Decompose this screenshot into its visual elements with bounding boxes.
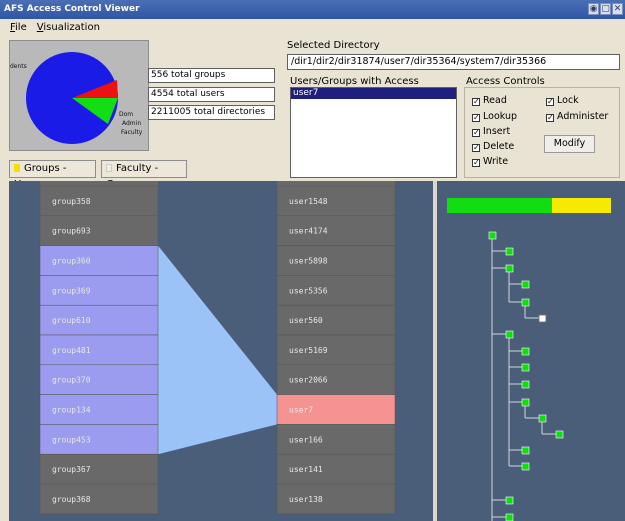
user-label: user138 — [289, 495, 323, 504]
lock-checkbox[interactable]: ✓ Lock — [546, 95, 579, 106]
administer-checkbox[interactable]: ✓ Administer — [546, 111, 608, 122]
group-label: group358 — [52, 197, 91, 206]
pie-label-faculty: Faculty — [121, 129, 143, 136]
total-groups-field: 556 total groups — [148, 68, 275, 83]
pie-label-students: dents — [10, 63, 27, 70]
tree-node[interactable] — [521, 398, 530, 407]
tree-node-selected[interactable] — [538, 314, 547, 323]
group-label: group360 — [52, 257, 91, 266]
tree-node[interactable] — [521, 280, 530, 289]
user-label: user560 — [289, 316, 323, 325]
close-button[interactable]: ✕ — [612, 3, 623, 15]
modify-button[interactable]: Modify — [544, 135, 595, 153]
tree-node[interactable] — [505, 496, 514, 505]
group-column-stub — [40, 181, 158, 186]
checkmark-icon: ✓ — [472, 113, 480, 122]
tab-faculty-groups[interactable]: Faculty - Groups — [101, 160, 187, 190]
selected-directory-label: Selected Directory — [287, 40, 380, 51]
group-label: group134 — [52, 406, 91, 415]
checkmark-icon: ✓ — [472, 128, 480, 137]
write-checkbox[interactable]: ✓ Write — [472, 156, 508, 167]
access-list-label: Users/Groups with Access — [290, 76, 419, 87]
window-menu-button[interactable]: ◉ — [588, 3, 599, 15]
user-label: user5356 — [289, 286, 328, 295]
group-label: group370 — [52, 376, 91, 385]
window-title: AFS Access Control Viewer — [4, 4, 140, 14]
total-directories-field: 2211005 total directories — [148, 105, 275, 120]
user-label: user141 — [289, 465, 323, 474]
menu-file[interactable]: File — [10, 19, 27, 36]
menu-visualization[interactable]: Visualization — [37, 19, 100, 36]
tree-node[interactable] — [521, 446, 530, 455]
tree-node[interactable] — [488, 231, 497, 240]
group-label: group693 — [52, 227, 91, 236]
toggle-indicator-icon — [106, 164, 112, 172]
lookup-checkbox[interactable]: ✓ Lookup — [472, 111, 517, 122]
user-label: user4174 — [289, 227, 328, 236]
checkmark-icon: ✓ — [546, 97, 554, 106]
checkmark-icon: ✓ — [472, 97, 480, 106]
total-users-field: 4554 total users — [148, 87, 275, 102]
pie-chart-panel: dents Dom Admin Faculty — [9, 40, 149, 151]
user-label: user166 — [289, 435, 323, 444]
menu-bar: File Visualization — [0, 19, 625, 36]
user-label: user1548 — [289, 197, 328, 206]
group-label: group367 — [52, 465, 91, 474]
group-label: group610 — [52, 316, 91, 325]
pie-label-admin: Admin — [122, 120, 141, 127]
insert-checkbox[interactable]: ✓ Insert — [472, 126, 510, 137]
tree-node[interactable] — [521, 347, 530, 356]
group-label: group369 — [52, 286, 91, 295]
title-bar: AFS Access Control Viewer ◉ ▢ ✕ — [0, 0, 625, 19]
group-label: group481 — [52, 346, 91, 355]
user-label: user2066 — [289, 376, 328, 385]
groups-users-visualization: group358 group693 group360 group369 group610… — [39, 181, 611, 521]
user-label: user5898 — [289, 257, 328, 266]
usage-bar-yellow — [551, 198, 611, 213]
visualization-area: group358 group693 group360 group369 group610… — [9, 181, 625, 521]
group-label: group368 — [52, 495, 91, 504]
maximize-button[interactable]: ▢ — [600, 3, 611, 15]
delete-checkbox[interactable]: ✓ Delete — [472, 141, 514, 152]
tree-node[interactable] — [521, 380, 530, 389]
tree-node[interactable] — [521, 363, 530, 372]
tree-node[interactable] — [505, 264, 514, 273]
link-fan — [158, 245, 277, 455]
tab-groups-users[interactable]: Groups - Users — [9, 160, 96, 190]
tree-node[interactable] — [555, 430, 564, 439]
tree-node[interactable] — [521, 462, 530, 471]
tree-node[interactable] — [505, 247, 514, 256]
list-item[interactable]: user7 — [291, 88, 456, 99]
user-label: user7 — [289, 406, 313, 415]
directory-path-field[interactable]: /dir1/dir2/dir31874/user7/dir35364/syste… — [287, 54, 620, 70]
panel-divider[interactable] — [433, 181, 437, 521]
checkmark-icon: ✓ — [546, 113, 554, 122]
checkmark-icon: ✓ — [472, 143, 480, 152]
usage-bar-green — [447, 198, 552, 213]
read-checkbox[interactable]: ✓ Read — [472, 95, 507, 106]
tree-node[interactable] — [505, 330, 514, 339]
user-column-stub — [277, 181, 395, 186]
tree-node[interactable] — [521, 298, 530, 307]
checkmark-icon: ✓ — [472, 158, 480, 167]
tree-node[interactable] — [538, 414, 547, 423]
tree-node[interactable] — [505, 513, 514, 521]
group-label: group453 — [52, 435, 91, 444]
toggle-indicator-icon — [14, 164, 20, 172]
access-list[interactable]: user7 — [290, 87, 457, 178]
pie-label-domain: Dom — [119, 111, 133, 118]
user-label: user5169 — [289, 346, 328, 355]
access-controls-label: Access Controls — [466, 76, 545, 87]
